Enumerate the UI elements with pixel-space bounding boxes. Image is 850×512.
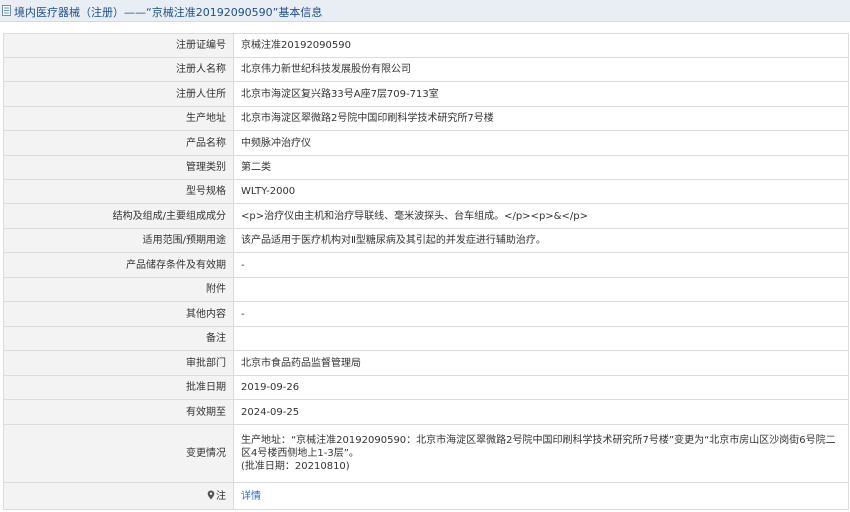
table-row: 注册人住所 北京市海淀区复兴路33号A座7层709-713室 <box>3 81 849 107</box>
note-value: 详情 <box>233 482 849 510</box>
field-value: 中频脉冲治疗仪 <box>233 130 849 156</box>
field-value <box>233 277 849 302</box>
field-label: 变更情况 <box>3 424 234 483</box>
field-value: - <box>233 301 849 327</box>
field-label: 型号规格 <box>3 179 234 204</box>
field-value <box>233 326 849 351</box>
field-value: 北京伟力新世纪科技发展股份有限公司 <box>233 57 849 82</box>
field-value: 北京市海淀区翠微路2号院中国印刷科学技术研究所7号楼 <box>233 106 849 131</box>
page-title-bar: 境内医疗器械（注册）——“京械注准20192090590”基本信息 <box>0 0 850 22</box>
field-value: 该产品适用于医疗机构对Ⅱ型糖尿病及其引起的并发症进行辅助治疗。 <box>233 228 849 253</box>
field-label: 注册人住所 <box>3 81 234 107</box>
table-row: 生产地址 北京市海淀区翠微路2号院中国印刷科学技术研究所7号楼 <box>3 106 849 131</box>
field-value: WLTY-2000 <box>233 179 849 204</box>
table-row: 其他内容 - <box>3 301 849 327</box>
table-row: 型号规格 WLTY-2000 <box>3 179 849 204</box>
field-label: 备注 <box>3 326 234 351</box>
field-value: 北京市食品药品监督管理局 <box>233 350 849 376</box>
field-label: 生产地址 <box>3 106 234 131</box>
table-row: 附件 <box>3 277 849 302</box>
field-value: 第二类 <box>233 155 849 180</box>
field-label: 有效期至 <box>3 399 234 425</box>
table-row: 适用范围/预期用途 该产品适用于医疗机构对Ⅱ型糖尿病及其引起的并发症进行辅助治疗… <box>3 228 849 253</box>
location-pin-icon <box>207 490 215 499</box>
table-row: 审批部门 北京市食品药品监督管理局 <box>3 350 849 376</box>
table-row: 批准日期 2019-09-26 <box>3 375 849 400</box>
field-label: 产品储存条件及有效期 <box>3 252 234 278</box>
device-info-table: 注册证编号 京械注准20192090590 注册人名称 北京伟力新世纪科技发展股… <box>3 33 849 510</box>
details-link[interactable]: 详情 <box>241 491 261 502</box>
field-label: 适用范围/预期用途 <box>3 228 234 253</box>
table-row: 注册证编号 京械注准20192090590 <box>3 33 849 58</box>
change-approval-date: (批准日期：20210810) <box>241 461 350 472</box>
field-label: 附件 <box>3 277 234 302</box>
document-icon <box>2 5 11 16</box>
table-row: 产品名称 中频脉冲治疗仪 <box>3 130 849 156</box>
field-label: 审批部门 <box>3 350 234 376</box>
field-label: 管理类别 <box>3 155 234 180</box>
page-title: 境内医疗器械（注册）——“京械注准20192090590”基本信息 <box>14 6 323 19</box>
field-value: <p>治疗仪由主机和治疗导联线、毫米波探头、台车组成。</p><p>&</p> <box>233 203 849 229</box>
table-row: 备注 <box>3 326 849 351</box>
table-row: 管理类别 第二类 <box>3 155 849 180</box>
field-label: 结构及组成/主要组成成分 <box>3 203 234 229</box>
table-row: 结构及组成/主要组成成分 <p>治疗仪由主机和治疗导联线、毫米波探头、台车组成。… <box>3 203 849 229</box>
change-history-value: 生产地址：“京械注准20192090590：北京市海淀区翠微路2号院中国印刷科学… <box>233 424 849 483</box>
field-value: 京械注准20192090590 <box>233 33 849 58</box>
field-value: 北京市海淀区复兴路33号A座7层709-713室 <box>233 81 849 107</box>
field-label: 注册证编号 <box>3 33 234 58</box>
field-label: 其他内容 <box>3 301 234 327</box>
field-label: 批准日期 <box>3 375 234 400</box>
table-row: 注册人名称 北京伟力新世纪科技发展股份有限公司 <box>3 57 849 82</box>
field-value: 2019-09-26 <box>233 375 849 400</box>
table-row-note: 注 详情 <box>3 482 849 510</box>
change-description: 生产地址：“京械注准20192090590：北京市海淀区翠微路2号院中国印刷科学… <box>241 435 836 459</box>
field-value: 2024-09-25 <box>233 399 849 425</box>
field-label: 产品名称 <box>3 130 234 156</box>
table-row-change-history: 变更情况 生产地址：“京械注准20192090590：北京市海淀区翠微路2号院中… <box>3 424 849 483</box>
table-row: 有效期至 2024-09-25 <box>3 399 849 425</box>
field-value: - <box>233 252 849 278</box>
note-label-cell: 注 <box>3 482 234 510</box>
table-row: 产品储存条件及有效期 - <box>3 252 849 278</box>
note-label: 注 <box>216 490 226 502</box>
field-label: 注册人名称 <box>3 57 234 82</box>
